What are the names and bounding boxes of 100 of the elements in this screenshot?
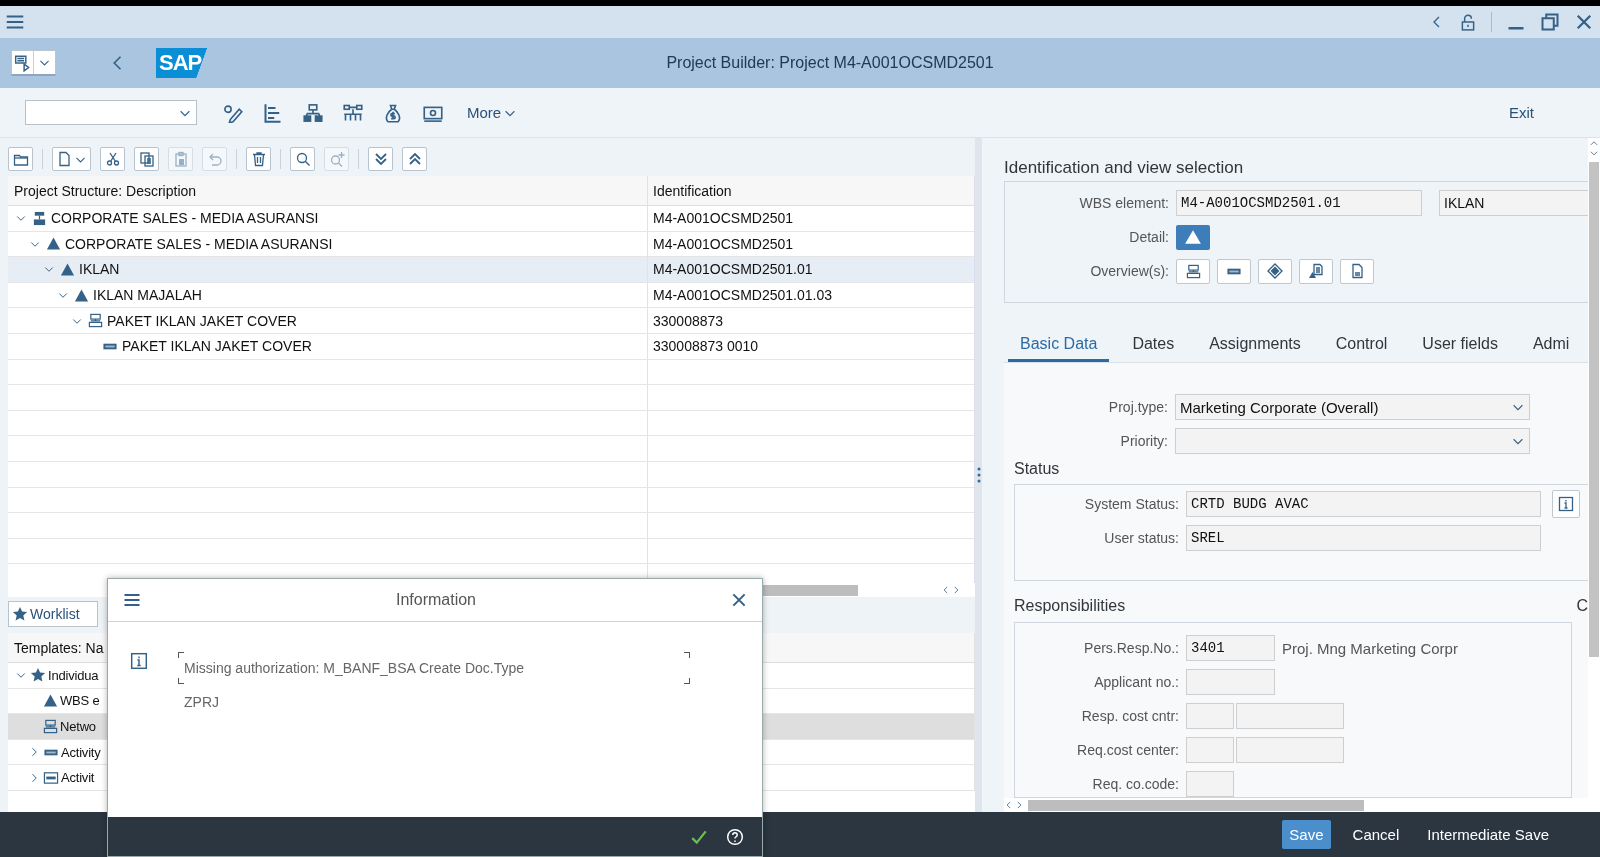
tab[interactable]: Admi <box>1520 325 1582 363</box>
info-button[interactable] <box>1552 490 1580 519</box>
scroll-right-icon[interactable] <box>1014 800 1024 811</box>
input-field[interactable] <box>1186 669 1275 696</box>
scroll-right-icon[interactable] <box>951 585 961 595</box>
lock-icon[interactable] <box>1459 13 1477 31</box>
scissors-button[interactable] <box>100 147 125 171</box>
table-cell: M4-A001OCSMD2501 <box>653 235 794 252</box>
section-heading: Identification and view selection <box>1004 158 1245 179</box>
bar-chart-button[interactable] <box>263 102 283 123</box>
description-field[interactable]: IKLAN <box>1439 190 1588 217</box>
exit-button[interactable]: Exit <box>1503 103 1540 122</box>
help-button[interactable] <box>726 827 744 846</box>
tree-node-label: WBS e <box>60 693 100 709</box>
dropdown-field[interactable]: Marketing Corporate (Overall) <box>1175 394 1530 421</box>
command-field[interactable] <box>25 100 197 125</box>
scroll-down-icon[interactable] <box>1589 148 1599 158</box>
tree-row[interactable]: CORPORATE SALES - MEDIA ASURANSI M4-A001OCSMD2501 <box>8 231 974 258</box>
collapse-all-button[interactable] <box>402 147 427 171</box>
close-icon[interactable] <box>730 591 748 609</box>
field-label: Req. co.code: <box>1091 776 1179 793</box>
table-cell: M4-A001OCSMD2501 <box>653 210 794 227</box>
help-icon <box>726 827 744 846</box>
field-label: Detail: <box>1128 229 1169 246</box>
footer-button[interactable]: Intermediate Save <box>1421 820 1555 849</box>
section-heading: C <box>1576 597 1588 617</box>
network-grid-icon <box>343 102 363 123</box>
dropdown-field[interactable] <box>1175 428 1530 455</box>
column-header: Identification <box>653 182 732 199</box>
input-field[interactable] <box>1236 703 1344 730</box>
worklist-button[interactable]: Worklist <box>8 601 98 627</box>
scroll-left-icon[interactable] <box>941 585 951 595</box>
dialog-title: Information <box>394 591 477 609</box>
tree-row[interactable]: IKLAN MAJALAH M4-A001OCSMD2501.01.03 <box>8 282 974 309</box>
star-icon <box>12 606 28 622</box>
trash-button[interactable] <box>246 147 271 171</box>
expand-all-button[interactable] <box>368 147 393 171</box>
project-icon <box>32 210 47 226</box>
scroll-up-icon[interactable] <box>1589 138 1599 148</box>
field-description: Proj. Mng Marketing Corpr <box>1282 639 1458 657</box>
input-field[interactable] <box>1186 703 1234 730</box>
tree-row[interactable]: IKLAN M4-A001OCSMD2501.01 <box>8 257 974 283</box>
diamond-icon <box>1267 263 1283 280</box>
field-label: Resp. cost cntr: <box>1080 708 1179 725</box>
new-doc-button[interactable] <box>52 147 91 171</box>
menu-dropdown-button[interactable] <box>11 50 56 76</box>
column-header: Project Structure: Description <box>14 182 197 199</box>
network-overview-button[interactable] <box>1176 258 1210 284</box>
more-menu[interactable]: More <box>467 104 518 121</box>
scrollbar-thumb[interactable] <box>1028 799 1364 811</box>
triangle-icon <box>60 262 75 277</box>
hierarchy-button[interactable] <box>303 102 323 123</box>
triangle-icon <box>74 287 89 303</box>
input-field[interactable] <box>1236 737 1344 764</box>
tree-node-label: Individua <box>48 667 99 683</box>
input-field[interactable]: 3401 <box>1186 635 1275 662</box>
money-bag-button[interactable] <box>383 102 403 123</box>
tree-node-label: PAKET IKLAN JAKET COVER <box>122 338 312 355</box>
input-field[interactable] <box>1186 737 1234 764</box>
info-icon <box>130 652 148 670</box>
column-header: Templates: Na <box>14 639 104 656</box>
field-label: Req.cost center: <box>1076 742 1179 759</box>
search-button[interactable] <box>290 147 315 171</box>
tab[interactable]: User fields <box>1410 325 1510 363</box>
splitter-handle-icon[interactable] <box>976 467 981 483</box>
scissors-icon <box>104 151 121 167</box>
scroll-left-icon[interactable] <box>1004 800 1014 811</box>
folder-button[interactable] <box>8 147 33 171</box>
copy-button[interactable] <box>134 147 159 171</box>
wbs-element-field[interactable]: M4-A001OCSMD2501.01 <box>1176 190 1422 217</box>
tab[interactable]: Dates <box>1120 325 1187 363</box>
document-overview-button[interactable] <box>1299 258 1333 284</box>
copy-icon <box>138 151 155 167</box>
detail-button[interactable] <box>1176 224 1210 250</box>
network-icon <box>88 313 103 329</box>
input-field[interactable] <box>1186 771 1234 798</box>
tab[interactable]: Assignments <box>1197 325 1313 363</box>
close-icon[interactable] <box>1574 12 1594 32</box>
activity-overview-button[interactable] <box>1217 258 1251 284</box>
network-button[interactable] <box>343 102 363 123</box>
tree-row[interactable]: PAKET IKLAN JAKET COVER 330008873 0010 <box>8 333 974 360</box>
footer-button[interactable]: Cancel <box>1346 820 1406 849</box>
tree-node-label: CORPORATE SALES - MEDIA ASURANSI <box>51 210 319 227</box>
bars-icon <box>263 102 283 123</box>
milestone-overview-button[interactable] <box>1258 258 1292 284</box>
status-field[interactable]: CRTD BUDG AVAC <box>1186 491 1541 518</box>
tree-node-label: Activit <box>61 770 95 786</box>
message-text: ZPRJ <box>183 694 220 710</box>
status-field[interactable]: SREL <box>1186 525 1541 552</box>
tree-row[interactable]: CORPORATE SALES - MEDIA ASURANSI M4-A001OCSMD2501 <box>8 206 974 232</box>
tree-row[interactable]: PAKET IKLAN JAKET COVER 330008873 <box>8 308 974 334</box>
triangle-icon <box>1184 228 1202 247</box>
scrollbar-thumb[interactable] <box>1589 162 1599 657</box>
tab[interactable]: Control <box>1323 325 1400 363</box>
edit-pencil-button[interactable] <box>223 102 243 123</box>
field-label: User status: <box>1103 530 1179 547</box>
expand-all-icon <box>372 151 389 167</box>
table-cell: M4-A001OCSMD2501.01.03 <box>653 287 832 304</box>
page-overview-button[interactable] <box>1340 258 1374 284</box>
restore-icon[interactable] <box>1540 12 1560 32</box>
